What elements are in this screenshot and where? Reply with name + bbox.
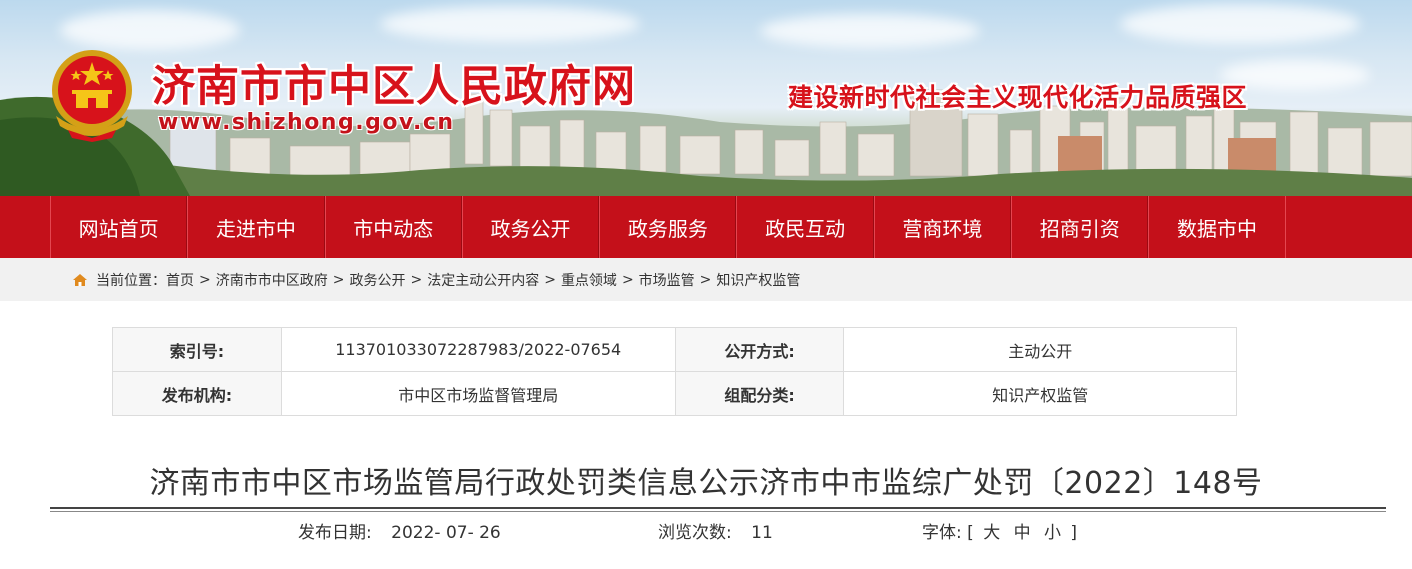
category-value: 知识产权监管 [843, 371, 1237, 416]
nav-item-data[interactable]: 数据市中 [1148, 196, 1285, 258]
breadcrumb-separator: > [621, 271, 634, 288]
breadcrumb-item[interactable]: 首页 [166, 270, 194, 290]
font-medium-button[interactable]: 中 [1014, 523, 1031, 543]
font-size-label: 字体: [922, 523, 962, 543]
publish-date-value: 2022- 07- 26 [391, 523, 501, 543]
font-small-button[interactable]: 小 [1044, 523, 1061, 543]
nav-item-news[interactable]: 市中动态 [324, 196, 462, 258]
breadcrumb-separator: > [410, 271, 423, 288]
breadcrumb-separator: > [332, 271, 345, 288]
breadcrumb: 当前位置： 首页 > 济南市市中区政府 > 政务公开 > 法定主动公开内容 > … [0, 258, 1412, 301]
font-size-control: 字体: [ 大 中 小 ] [922, 518, 1077, 543]
article-title: 济南市市中区市场监管局行政处罚类信息公示济市中市监综广处罚〔2022〕148号 [149, 466, 1263, 501]
nav-item-investment[interactable]: 招商引资 [1011, 196, 1148, 258]
publish-date: 发布日期: 2022- 07- 26 [298, 518, 501, 543]
title-divider [50, 507, 1386, 509]
table-row: 索引号: 113701033072287983/2022-07654 公开方式:… [112, 327, 1237, 372]
nav-item-home[interactable]: 网站首页 [50, 196, 187, 258]
national-emblem-icon [52, 50, 132, 142]
table-row: 发布机构: 市中区市场监督管理局 组配分类: 知识产权监管 [112, 371, 1237, 416]
index-label: 索引号: [112, 327, 282, 372]
publisher-label: 发布机构: [112, 371, 282, 416]
font-large-button[interactable]: 大 [983, 523, 1000, 543]
font-bracket-close: ] [1070, 523, 1078, 543]
nav-list: 网站首页 走进市中 市中动态 政务公开 政务服务 政民互动 营商环境 招商引资 … [50, 196, 1286, 258]
view-count: 浏览次数: 11 [658, 518, 773, 543]
open-method-value: 主动公开 [843, 327, 1237, 372]
title-divider [50, 511, 1386, 512]
open-method-label: 公开方式: [674, 327, 845, 372]
nav-item-gov-services[interactable]: 政务服务 [599, 196, 736, 258]
breadcrumb-separator: > [199, 271, 211, 288]
header-banner: 济南市市中区人民政府网 www.shizhong.gov.cn 建设新时代社会主… [0, 0, 1412, 196]
site-url: www.shizhong.gov.cn [158, 110, 455, 135]
view-count-value: 11 [751, 523, 773, 543]
breadcrumb-separator: > [699, 271, 712, 288]
nav-item-about[interactable]: 走进市中 [187, 196, 324, 258]
nav-item-gov-affairs-open[interactable]: 政务公开 [461, 196, 599, 258]
view-count-label: 浏览次数: [658, 523, 732, 543]
nav-item-business-env[interactable]: 营商环境 [873, 196, 1011, 258]
breadcrumb-item[interactable]: 重点领域 [561, 270, 617, 290]
font-bracket-open: [ [967, 523, 974, 543]
info-table: 索引号: 113701033072287983/2022-07654 公开方式:… [112, 327, 1237, 416]
category-label: 组配分类: [674, 371, 845, 416]
breadcrumb-item[interactable]: 市场监管 [639, 270, 695, 290]
breadcrumb-item[interactable]: 法定主动公开内容 [427, 270, 539, 290]
breadcrumb-item[interactable]: 政务公开 [349, 270, 405, 290]
breadcrumb-separator: > [544, 271, 556, 288]
breadcrumb-prefix: 当前位置： [96, 272, 166, 289]
slogan: 建设新时代社会主义现代化活力品质强区 [788, 83, 1248, 112]
home-icon [73, 273, 87, 286]
site-title[interactable]: 济南市市中区人民政府网 [152, 52, 636, 114]
breadcrumb-item[interactable]: 知识产权监管 [716, 270, 800, 290]
publisher-value: 市中区市场监督管理局 [280, 371, 676, 416]
main-nav: 网站首页 走进市中 市中动态 政务公开 政务服务 政民互动 营商环境 招商引资 … [0, 196, 1412, 258]
publish-date-label: 发布日期: [298, 523, 372, 543]
index-value: 113701033072287983/2022-07654 [280, 327, 676, 372]
nav-item-interaction[interactable]: 政民互动 [736, 196, 873, 258]
breadcrumb-item[interactable]: 济南市市中区政府 [216, 270, 328, 290]
